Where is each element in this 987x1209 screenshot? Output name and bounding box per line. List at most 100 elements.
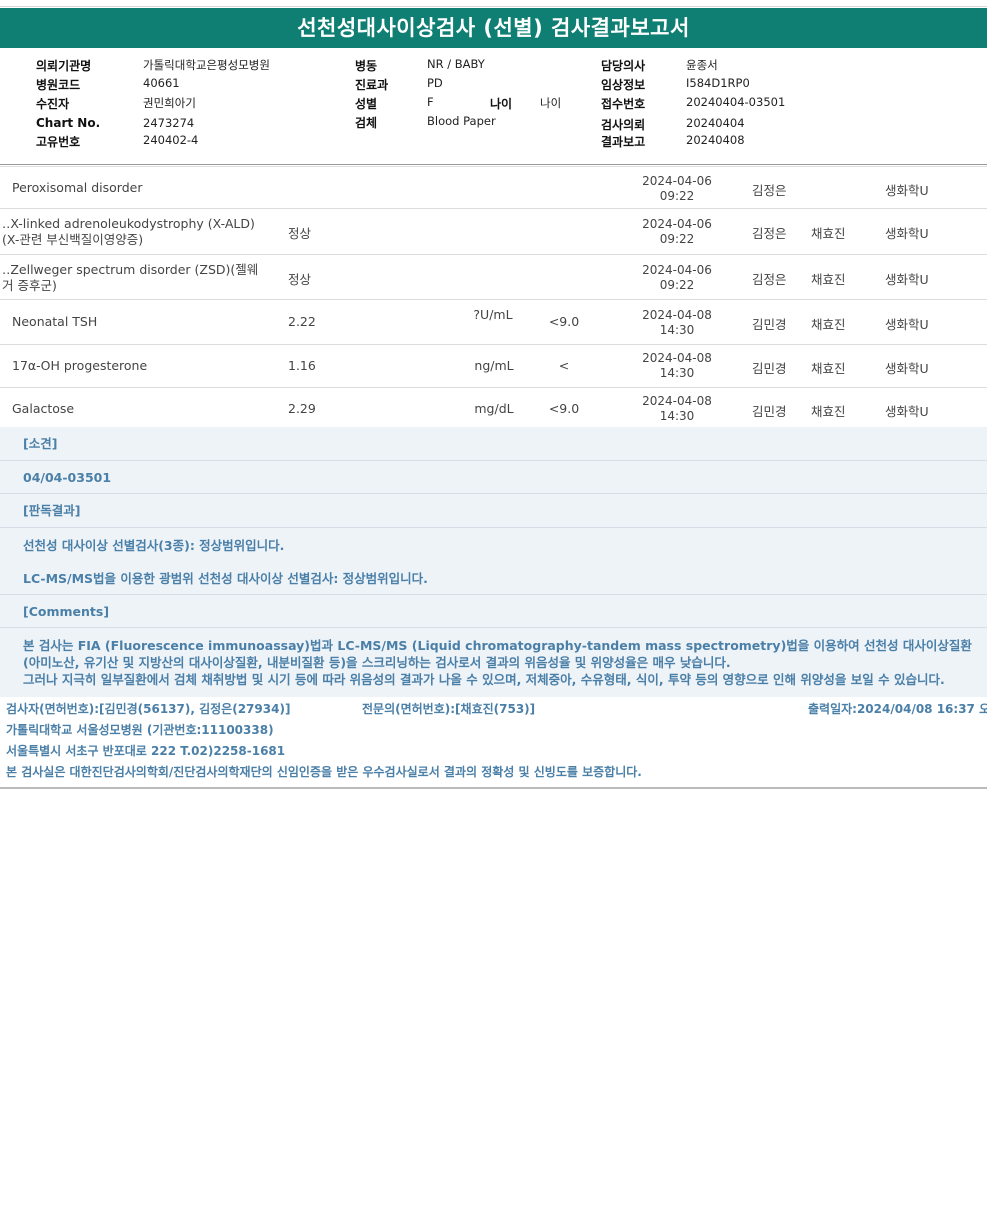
comments-header: [Comments] (0, 595, 987, 628)
reading-line: LC-MS/MS법을 이용한 광범위 선천성 대사이상 선별검사: 정상범위입니… (23, 571, 428, 586)
test-result: 정상 (288, 226, 312, 241)
label-hospital-code: 병원코드 (36, 78, 81, 92)
header-divider (0, 164, 987, 165)
comments-line: 본 검사는 FIA (Fluorescence immunoassay)법과 L… (23, 638, 972, 670)
test-datetime: 2024-04-06 09:22 (632, 263, 722, 293)
reading-header: [판독결과] (0, 494, 987, 528)
patient-info-section: 의뢰기관명 가톨릭대학교은평성모병원 병원코드 40661 수진자 권민희아기 … (0, 50, 987, 164)
reading-results: 선천성 대사이상 선별검사(3종): 정상범위입니다. LC-MS/MS법을 이… (0, 528, 987, 595)
value-clinical-info: I584D1RP0 (686, 76, 750, 90)
notes-section: [소견] 04/04-03501 [판독결과] 선천성 대사이상 선별검사(3종… (0, 427, 987, 697)
tester-name: 김민경 (752, 317, 787, 332)
test-unit: ng/mL (474, 358, 514, 373)
reading-line: 선천성 대사이상 선별검사(3종): 정상범위입니다. (23, 538, 285, 553)
top-border (0, 0, 987, 7)
label-receipt-number: 접수번호 (601, 97, 646, 111)
tester-name: 김정은 (752, 183, 787, 198)
test-datetime: 2024-04-08 14:30 (632, 394, 722, 424)
test-result: 1.16 (288, 358, 316, 373)
institution-info: 가톨릭대학교 서울성모병원 (기관번호:11100338) (6, 723, 274, 737)
value-specimen: Blood Paper (427, 114, 496, 128)
specialist-info: 전문의(면허번호):[채효진(753)] (362, 702, 536, 716)
test-time: 09:22 (659, 232, 695, 246)
report-title: 선천성대사이상검사 (선별) 검사결과보고서 (0, 8, 987, 48)
value-ward: NR / BABY (427, 57, 485, 71)
label-clinical-info: 임상정보 (601, 78, 646, 92)
tester-name: 김민경 (752, 361, 787, 376)
verifier-name: 채효진 (811, 404, 846, 419)
label-result-report: 결과보고 (601, 135, 646, 149)
verifier-name: 채효진 (811, 226, 846, 241)
test-department: 생화학U (885, 361, 929, 376)
test-time: 14:30 (659, 366, 695, 380)
test-date: 2024-04-06 (642, 263, 712, 277)
label-test-request: 검사의뢰 (601, 118, 646, 132)
reference-range: <9.0 (548, 401, 580, 416)
value-chart-no: 2473274 (143, 116, 195, 130)
findings-header: [소견] (0, 427, 987, 461)
value-unique-number: 240402-4 (143, 133, 199, 147)
label-ward: 병동 (355, 59, 378, 73)
reference-range: < (558, 358, 570, 373)
test-unit: mg/dL (474, 401, 514, 416)
label-requesting-institution: 의뢰기관명 (36, 59, 92, 73)
value-department: PD (427, 76, 443, 90)
result-row: 17α-OH progesterone 1.16 ng/mL < 2024-04… (0, 345, 987, 388)
test-datetime: 2024-04-08 14:30 (632, 308, 722, 338)
value-age: 나이 (540, 96, 562, 110)
value-requesting-institution: 가톨릭대학교은평성모병원 (143, 58, 270, 72)
testers-info: 검사자(면허번호):[김민경(56137), 김정은(27934)] (6, 702, 291, 716)
verifier-name: 채효진 (811, 272, 846, 287)
value-attending-doctor: 윤종서 (686, 58, 718, 72)
test-time: 09:22 (659, 189, 695, 203)
test-name: ‥Zellweger spectrum disorder (ZSD)(젤웨거 증… (2, 262, 259, 293)
label-unique-number: 고유번호 (36, 135, 81, 149)
test-department: 생화학U (885, 404, 929, 419)
test-department: 생화학U (885, 317, 929, 332)
label-specimen: 검체 (355, 116, 378, 130)
test-time: 09:22 (659, 278, 695, 292)
test-time: 14:30 (659, 409, 695, 423)
test-date: 2024-04-06 (642, 217, 712, 231)
label-chart-no: Chart No. (36, 116, 101, 130)
verifier-name: 채효진 (811, 361, 846, 376)
test-name: ‥X-linked adrenoleukodystrophy (X-ALD)(X… (2, 216, 255, 247)
result-row: ‥X-linked adrenoleukodystrophy (X-ALD)(X… (0, 209, 987, 255)
test-department: 생화학U (885, 272, 929, 287)
findings-value: 04/04-03501 (0, 461, 987, 494)
test-department: 생화학U (885, 226, 929, 241)
verifier-name: 채효진 (811, 317, 846, 332)
test-department: 생화학U (885, 183, 929, 198)
test-name: Peroxisomal disorder (12, 180, 143, 195)
test-result: 2.22 (288, 314, 316, 329)
result-row: ‥Zellweger spectrum disorder (ZSD)(젤웨거 증… (0, 255, 987, 300)
test-name: 17α-OH progesterone (12, 358, 148, 373)
test-date: 2024-04-08 (642, 308, 712, 322)
report-footer: 검사자(면허번호):[김민경(56137), 김정은(27934)] 전문의(면… (0, 697, 987, 789)
label-sex: 성별 (355, 97, 378, 111)
header-divider-light (0, 166, 987, 167)
certification-statement: 본 검사실은 대한진단검사의학회/진단검사의학재단의 신임인증을 받은 우수검사… (6, 765, 642, 779)
tester-name: 김민경 (752, 404, 787, 419)
value-receipt-number: 20240404-03501 (686, 95, 786, 109)
test-name: Galactose (12, 401, 75, 416)
label-attending-doctor: 담당의사 (601, 59, 646, 73)
address-info: 서울특별시 서초구 반포대로 222 T.02)2258-1681 (6, 744, 286, 758)
test-datetime: 2024-04-06 09:22 (632, 174, 722, 204)
tester-name: 김정은 (752, 226, 787, 241)
test-result: 정상 (288, 272, 312, 287)
result-row: Neonatal TSH 2.22 ?U/mL <9.0 2024-04-08 1… (0, 300, 987, 345)
label-patient: 수진자 (36, 97, 70, 111)
test-name: Neonatal TSH (12, 314, 98, 329)
test-date: 2024-04-08 (642, 394, 712, 408)
test-date: 2024-04-08 (642, 351, 712, 365)
result-row: Galactose 2.29 mg/dL <9.0 2024-04-08 14:3… (0, 388, 987, 429)
result-row: Peroxisomal disorder 2024-04-06 09:22 김정은… (0, 168, 987, 209)
reference-range: <9.0 (548, 314, 580, 329)
value-result-report: 20240408 (686, 133, 745, 147)
print-date: 출력일자:2024/04/08 16:37 오후 (808, 702, 987, 716)
label-age: 나이 (490, 97, 513, 111)
value-hospital-code: 40661 (143, 76, 180, 90)
comments-body: 본 검사는 FIA (Fluorescence immunoassay)법과 L… (0, 628, 987, 697)
test-datetime: 2024-04-08 14:30 (632, 351, 722, 381)
